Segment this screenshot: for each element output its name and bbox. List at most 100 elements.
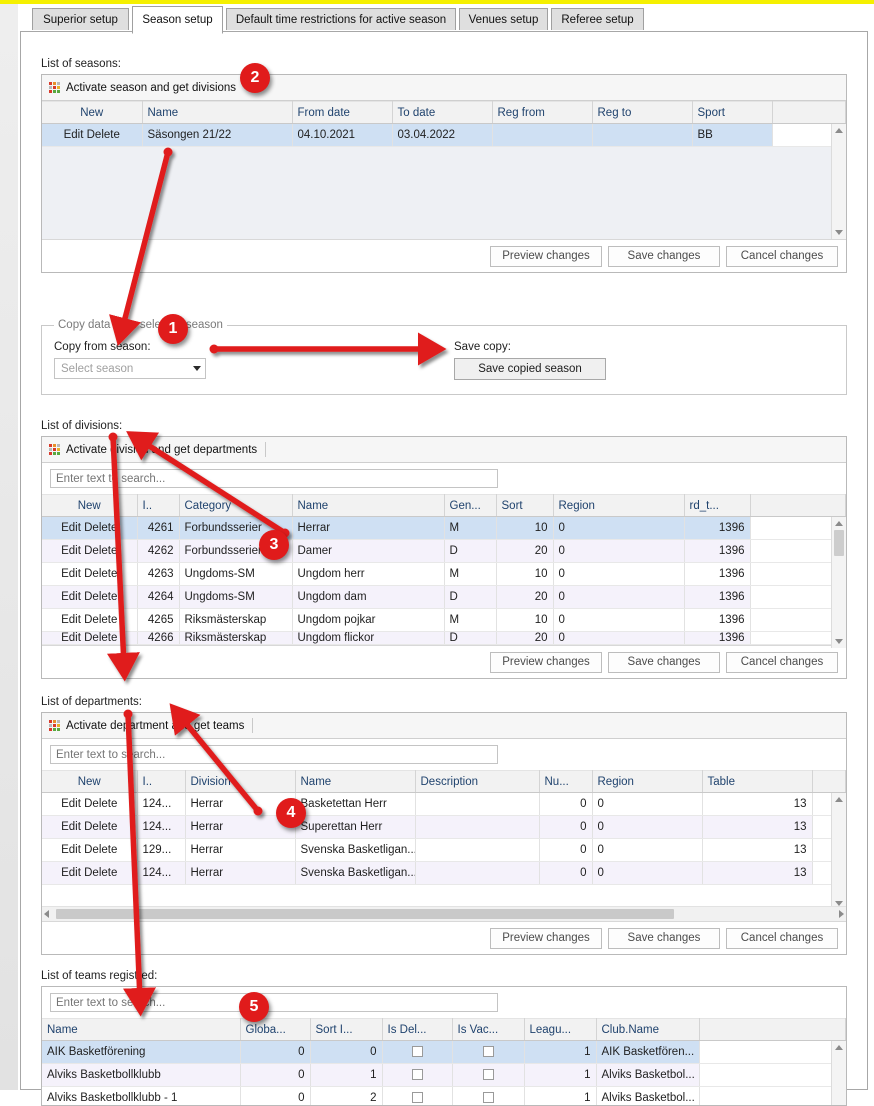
activate-season-toolbar[interactable]: Activate season and get divisions [42, 75, 846, 101]
save-changes-button[interactable]: Save changes [608, 652, 720, 673]
table-row[interactable]: Edit Delete 4264 Ungdoms-SM Ungdom dam D… [42, 586, 846, 609]
row-actions[interactable]: Edit Delete [42, 793, 137, 816]
col-club-name[interactable]: Club.Name [596, 1019, 699, 1041]
cell-description [415, 793, 539, 816]
teams-search-input[interactable] [50, 993, 498, 1012]
preview-changes-button[interactable]: Preview changes [490, 928, 602, 949]
col-table[interactable]: Table [702, 771, 812, 793]
preview-changes-button[interactable]: Preview changes [490, 246, 602, 267]
copy-from-season-select[interactable]: Select season [54, 358, 206, 379]
table-row[interactable]: Alviks Basketbollklubb 0 1 1 Alviks Bask… [42, 1064, 846, 1087]
cancel-changes-button[interactable]: Cancel changes [726, 246, 838, 267]
col-sort[interactable]: Sort [496, 495, 553, 517]
table-row[interactable]: Edit Delete 4262 Forbundsserier Damer D … [42, 540, 846, 563]
cell-rd-t: 1396 [684, 609, 750, 632]
table-row[interactable]: Edit Delete 4265 Riksmästerskap Ungdom p… [42, 609, 846, 632]
activate-department-toolbar[interactable]: Activate department and get teams [42, 713, 846, 739]
teams-vertical-scrollbar[interactable] [831, 1041, 846, 1106]
row-actions[interactable]: Edit Delete [42, 517, 137, 540]
col-new[interactable]: New [42, 495, 137, 517]
table-row[interactable]: Edit Delete 4261 Forbundsserier Herrar M… [42, 517, 846, 540]
col-global[interactable]: Globa... [240, 1019, 310, 1041]
col-rd-t[interactable]: rd_t... [684, 495, 750, 517]
is-deleted-checkbox[interactable] [412, 1046, 423, 1057]
is-vacant-checkbox[interactable] [483, 1092, 494, 1103]
scroll-left-icon[interactable] [44, 910, 49, 918]
save-changes-button[interactable]: Save changes [608, 246, 720, 267]
row-actions[interactable]: Edit Delete [42, 540, 137, 563]
scroll-up-icon[interactable] [832, 124, 846, 137]
table-row[interactable]: Edit Delete 124... Herrar Svenska Basket… [42, 862, 846, 885]
scroll-up-icon[interactable] [832, 517, 846, 530]
table-row[interactable]: AIK Basketförening 0 0 1 AIK Basketfören… [42, 1041, 846, 1064]
table-row[interactable]: Edit Delete 4266 Riksmästerskap Ungdom f… [42, 632, 846, 645]
scroll-down-icon[interactable] [832, 226, 846, 239]
col-from-date[interactable]: From date [292, 102, 392, 124]
col-num[interactable]: Nu... [539, 771, 592, 793]
row-actions[interactable]: Edit Delete [42, 586, 137, 609]
is-vacant-checkbox[interactable] [483, 1046, 494, 1057]
col-description[interactable]: Description [415, 771, 539, 793]
table-row[interactable]: Edit Delete 129... Herrar Svenska Basket… [42, 839, 846, 862]
divisions-search-input[interactable] [50, 469, 498, 488]
table-row[interactable]: Edit Delete 4263 Ungdoms-SM Ungdom herr … [42, 563, 846, 586]
row-actions[interactable]: Edit Delete [42, 839, 137, 862]
col-name[interactable]: Name [292, 495, 444, 517]
divisions-vertical-scrollbar[interactable] [831, 517, 846, 648]
col-name[interactable]: Name [295, 771, 415, 793]
col-region[interactable]: Region [553, 495, 684, 517]
col-reg-to[interactable]: Reg to [592, 102, 692, 124]
departments-search-input[interactable] [50, 745, 498, 764]
departments-horizontal-scrollbar[interactable] [42, 906, 846, 921]
tab-venues-setup[interactable]: Venues setup [459, 8, 548, 30]
col-is-vacant[interactable]: Is Vac... [452, 1019, 524, 1041]
preview-changes-button[interactable]: Preview changes [490, 652, 602, 673]
col-sort[interactable]: Sort I... [310, 1019, 382, 1041]
hscroll-thumb[interactable] [56, 909, 674, 919]
table-row[interactable]: Alviks Basketbollklubb - 1 0 2 1 Alviks … [42, 1087, 846, 1106]
col-is-deleted[interactable]: Is Del... [382, 1019, 452, 1041]
cancel-changes-button[interactable]: Cancel changes [726, 928, 838, 949]
cell-gender: M [444, 517, 496, 540]
scroll-up-icon[interactable] [832, 793, 846, 806]
row-actions[interactable]: Edit Delete [42, 563, 137, 586]
col-region[interactable]: Region [592, 771, 702, 793]
table-row[interactable]: Edit Delete Säsongen 21/22 04.10.2021 03… [42, 124, 846, 147]
col-reg-from[interactable]: Reg from [492, 102, 592, 124]
row-actions[interactable]: Edit Delete [42, 862, 137, 885]
col-category[interactable]: Category [179, 495, 292, 517]
col-new[interactable]: New [42, 102, 142, 124]
table-row[interactable]: Edit Delete 124... Herrar Basketettan He… [42, 793, 846, 816]
col-sport[interactable]: Sport [692, 102, 772, 124]
row-actions[interactable]: Edit Delete [42, 632, 137, 645]
scroll-down-icon[interactable] [832, 635, 846, 648]
activate-division-toolbar[interactable]: Activate division and get departments [42, 437, 846, 463]
col-name[interactable]: Name [42, 1019, 240, 1041]
departments-vertical-scrollbar[interactable] [831, 793, 846, 910]
col-id[interactable]: I.. [137, 495, 179, 517]
is-deleted-checkbox[interactable] [412, 1092, 423, 1103]
row-actions[interactable]: Edit Delete [42, 609, 137, 632]
tab-season-setup[interactable]: Season setup [132, 6, 223, 34]
col-to-date[interactable]: To date [392, 102, 492, 124]
scroll-right-icon[interactable] [839, 910, 844, 918]
row-actions[interactable]: Edit Delete [42, 124, 142, 147]
tab-superior-setup[interactable]: Superior setup [32, 8, 129, 30]
cancel-changes-button[interactable]: Cancel changes [726, 652, 838, 673]
col-league[interactable]: Leagu... [524, 1019, 596, 1041]
is-deleted-checkbox[interactable] [412, 1069, 423, 1080]
col-division[interactable]: Division [185, 771, 295, 793]
save-changes-button[interactable]: Save changes [608, 928, 720, 949]
row-actions[interactable]: Edit Delete [42, 816, 137, 839]
is-vacant-checkbox[interactable] [483, 1069, 494, 1080]
col-gender[interactable]: Gen... [444, 495, 496, 517]
save-copied-season-button[interactable]: Save copied season [454, 358, 606, 380]
scroll-up-icon[interactable] [832, 1041, 846, 1054]
col-new[interactable]: New [42, 771, 137, 793]
seasons-vertical-scrollbar[interactable] [831, 124, 846, 239]
tab-referee-setup[interactable]: Referee setup [551, 8, 644, 30]
tab-default-time-restrictions[interactable]: Default time restrictions for active sea… [226, 8, 456, 30]
col-id[interactable]: I.. [137, 771, 185, 793]
col-name[interactable]: Name [142, 102, 292, 124]
table-row[interactable]: Edit Delete 124... Herrar Superettan Her… [42, 816, 846, 839]
